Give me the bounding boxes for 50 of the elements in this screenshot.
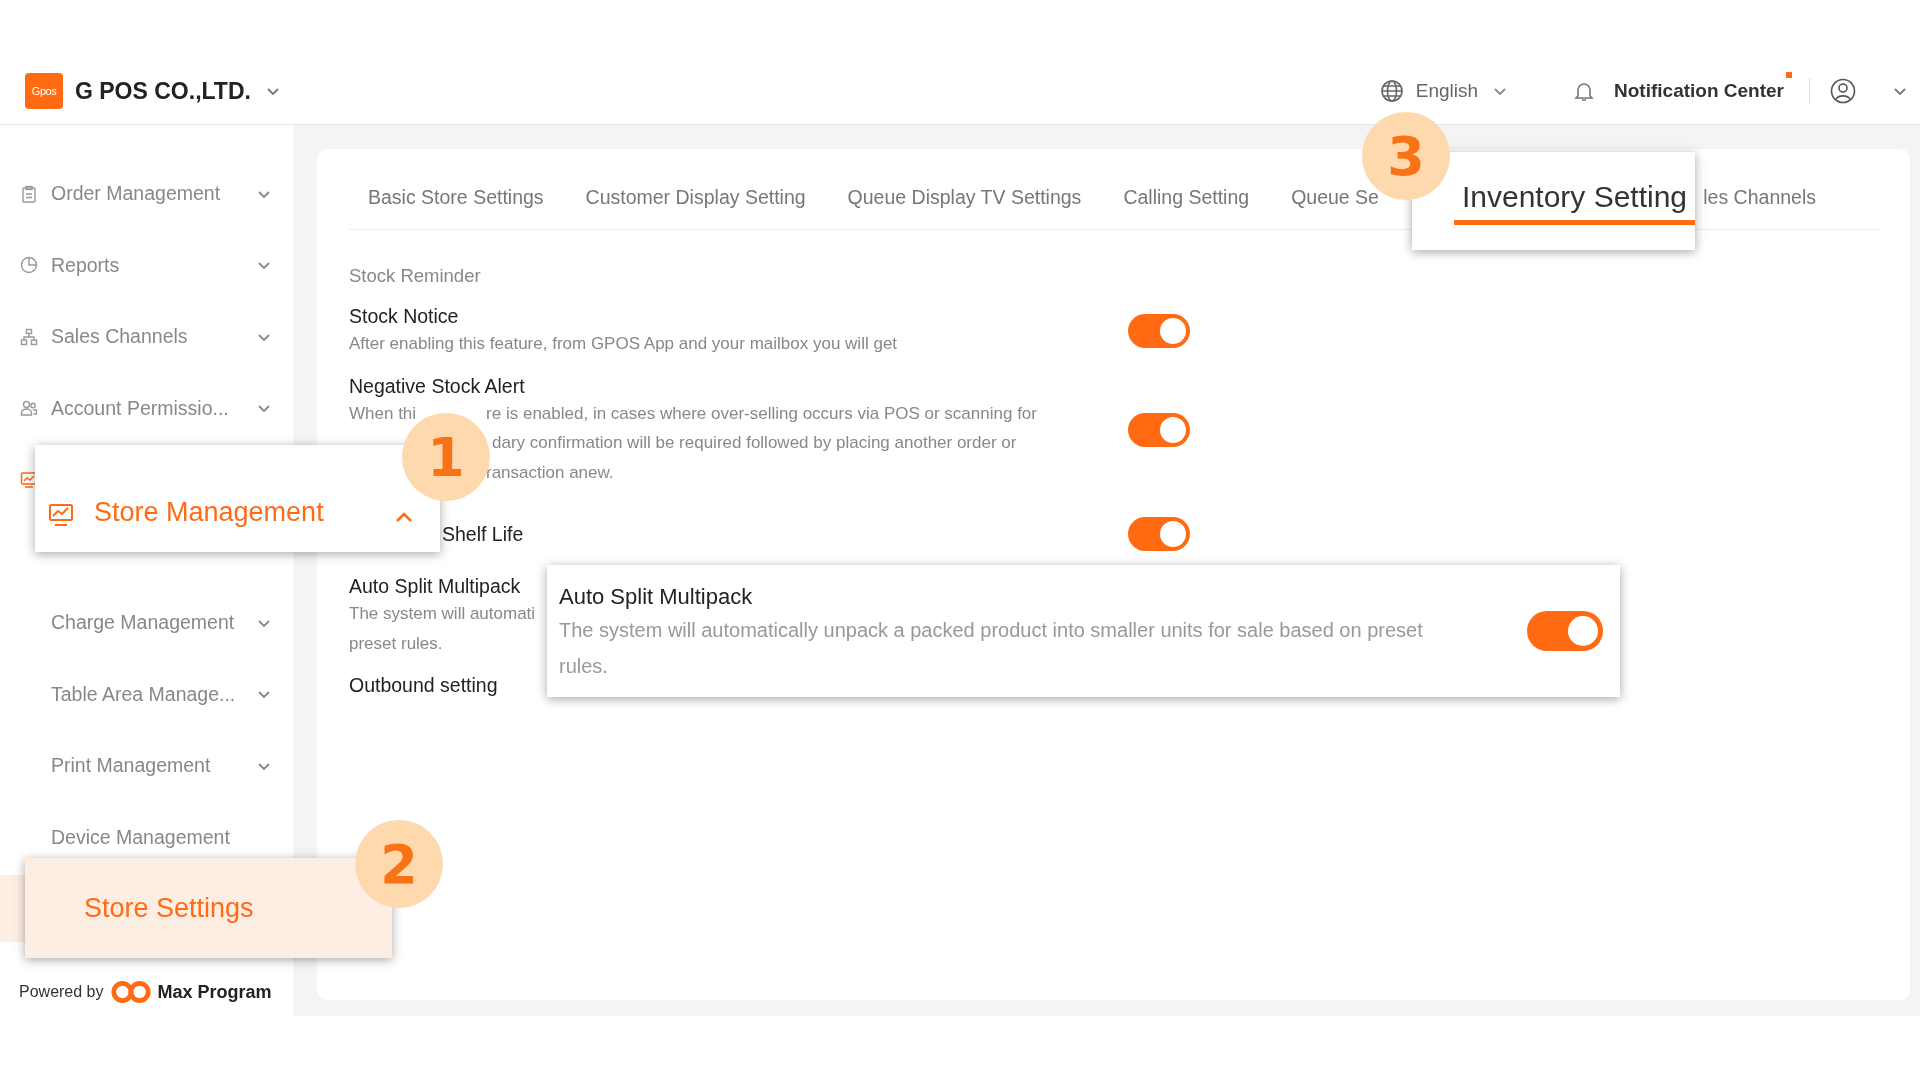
section-heading: Stock Reminder [349,264,482,288]
setting-description: After enabling this feature, from GPOS App and your mailbox you will get [349,333,898,355]
tab[interactable]: Inventory Setting [1454,152,1695,225]
setting-title: Shelf Life [442,522,524,547]
setting-description: The system will automati [349,603,536,625]
sidebar-item[interactable]: Account Permissio... [51,396,229,420]
setting-title: Stock Notice [349,304,459,329]
toggle-switch[interactable] [1527,611,1603,651]
hierarchy-icon [20,327,38,346]
monitor-chart-icon [48,502,74,528]
tab[interactable]: Queue Se [1291,186,1379,211]
monitor-chart-icon [20,470,38,489]
company-logo: Gpos [25,73,63,109]
sidebar-item[interactable]: Reports [51,253,120,277]
language-selector[interactable]: English [1415,80,1479,102]
toggle-switch[interactable] [1128,313,1190,348]
toggle-switch[interactable] [1128,517,1190,551]
company-name: G POS CO.,LTD. [75,77,251,105]
clipboard-icon [20,184,38,203]
brand-name: Max Program [157,981,272,1003]
tab[interactable]: les Channels [1703,186,1816,211]
setting-title: Outbound setting [349,673,498,698]
setting-description: re is enabled, in cases where over-selling occurs via POS or scanning for [486,402,1037,425]
setting-title: Auto Split Multipack [349,574,521,599]
setting-description: preset rules. [349,632,443,655]
powered-by-text: Powered by [19,983,104,1001]
sidebar-item[interactable]: Print Management [51,754,211,778]
sidebar-item[interactable]: Charge Management [51,611,235,635]
tab[interactable]: Customer Display Setting [585,186,806,211]
sidebar-item[interactable]: Device Management [51,825,230,849]
globe-icon[interactable] [1379,79,1404,103]
tab[interactable]: Basic Store Settings [368,186,544,211]
user-icon[interactable] [1830,78,1856,104]
users-icon [20,399,38,418]
pie-chart-icon [20,256,38,275]
sidebar-item[interactable]: Table Area Manage... [51,682,236,706]
tab[interactable]: Queue Display TV Settings [847,186,1082,211]
setting-description: When thi [349,402,417,425]
setting-title: Auto Split Multipack [559,583,754,611]
setting-description: The system will automatically unpack a packed product into smaller units for sale based on preset rules. [559,618,1424,679]
menu-group-label[interactable]: Store Management [94,497,324,528]
toggle-switch[interactable] [1128,412,1190,447]
notification-center-link[interactable]: Notification Center [1614,80,1784,102]
setting-description: dary confirmation will be required followed by placing another order or [492,432,1017,454]
infinity-logo-icon [109,979,152,1005]
setting-description: ransaction anew. [486,461,614,484]
sidebar-item[interactable]: Sales Channels [51,325,188,349]
tab[interactable]: Calling Setting [1123,186,1250,211]
sidebar-item[interactable]: Order Management [51,182,221,206]
setting-title: Negative Stock Alert [349,373,525,399]
